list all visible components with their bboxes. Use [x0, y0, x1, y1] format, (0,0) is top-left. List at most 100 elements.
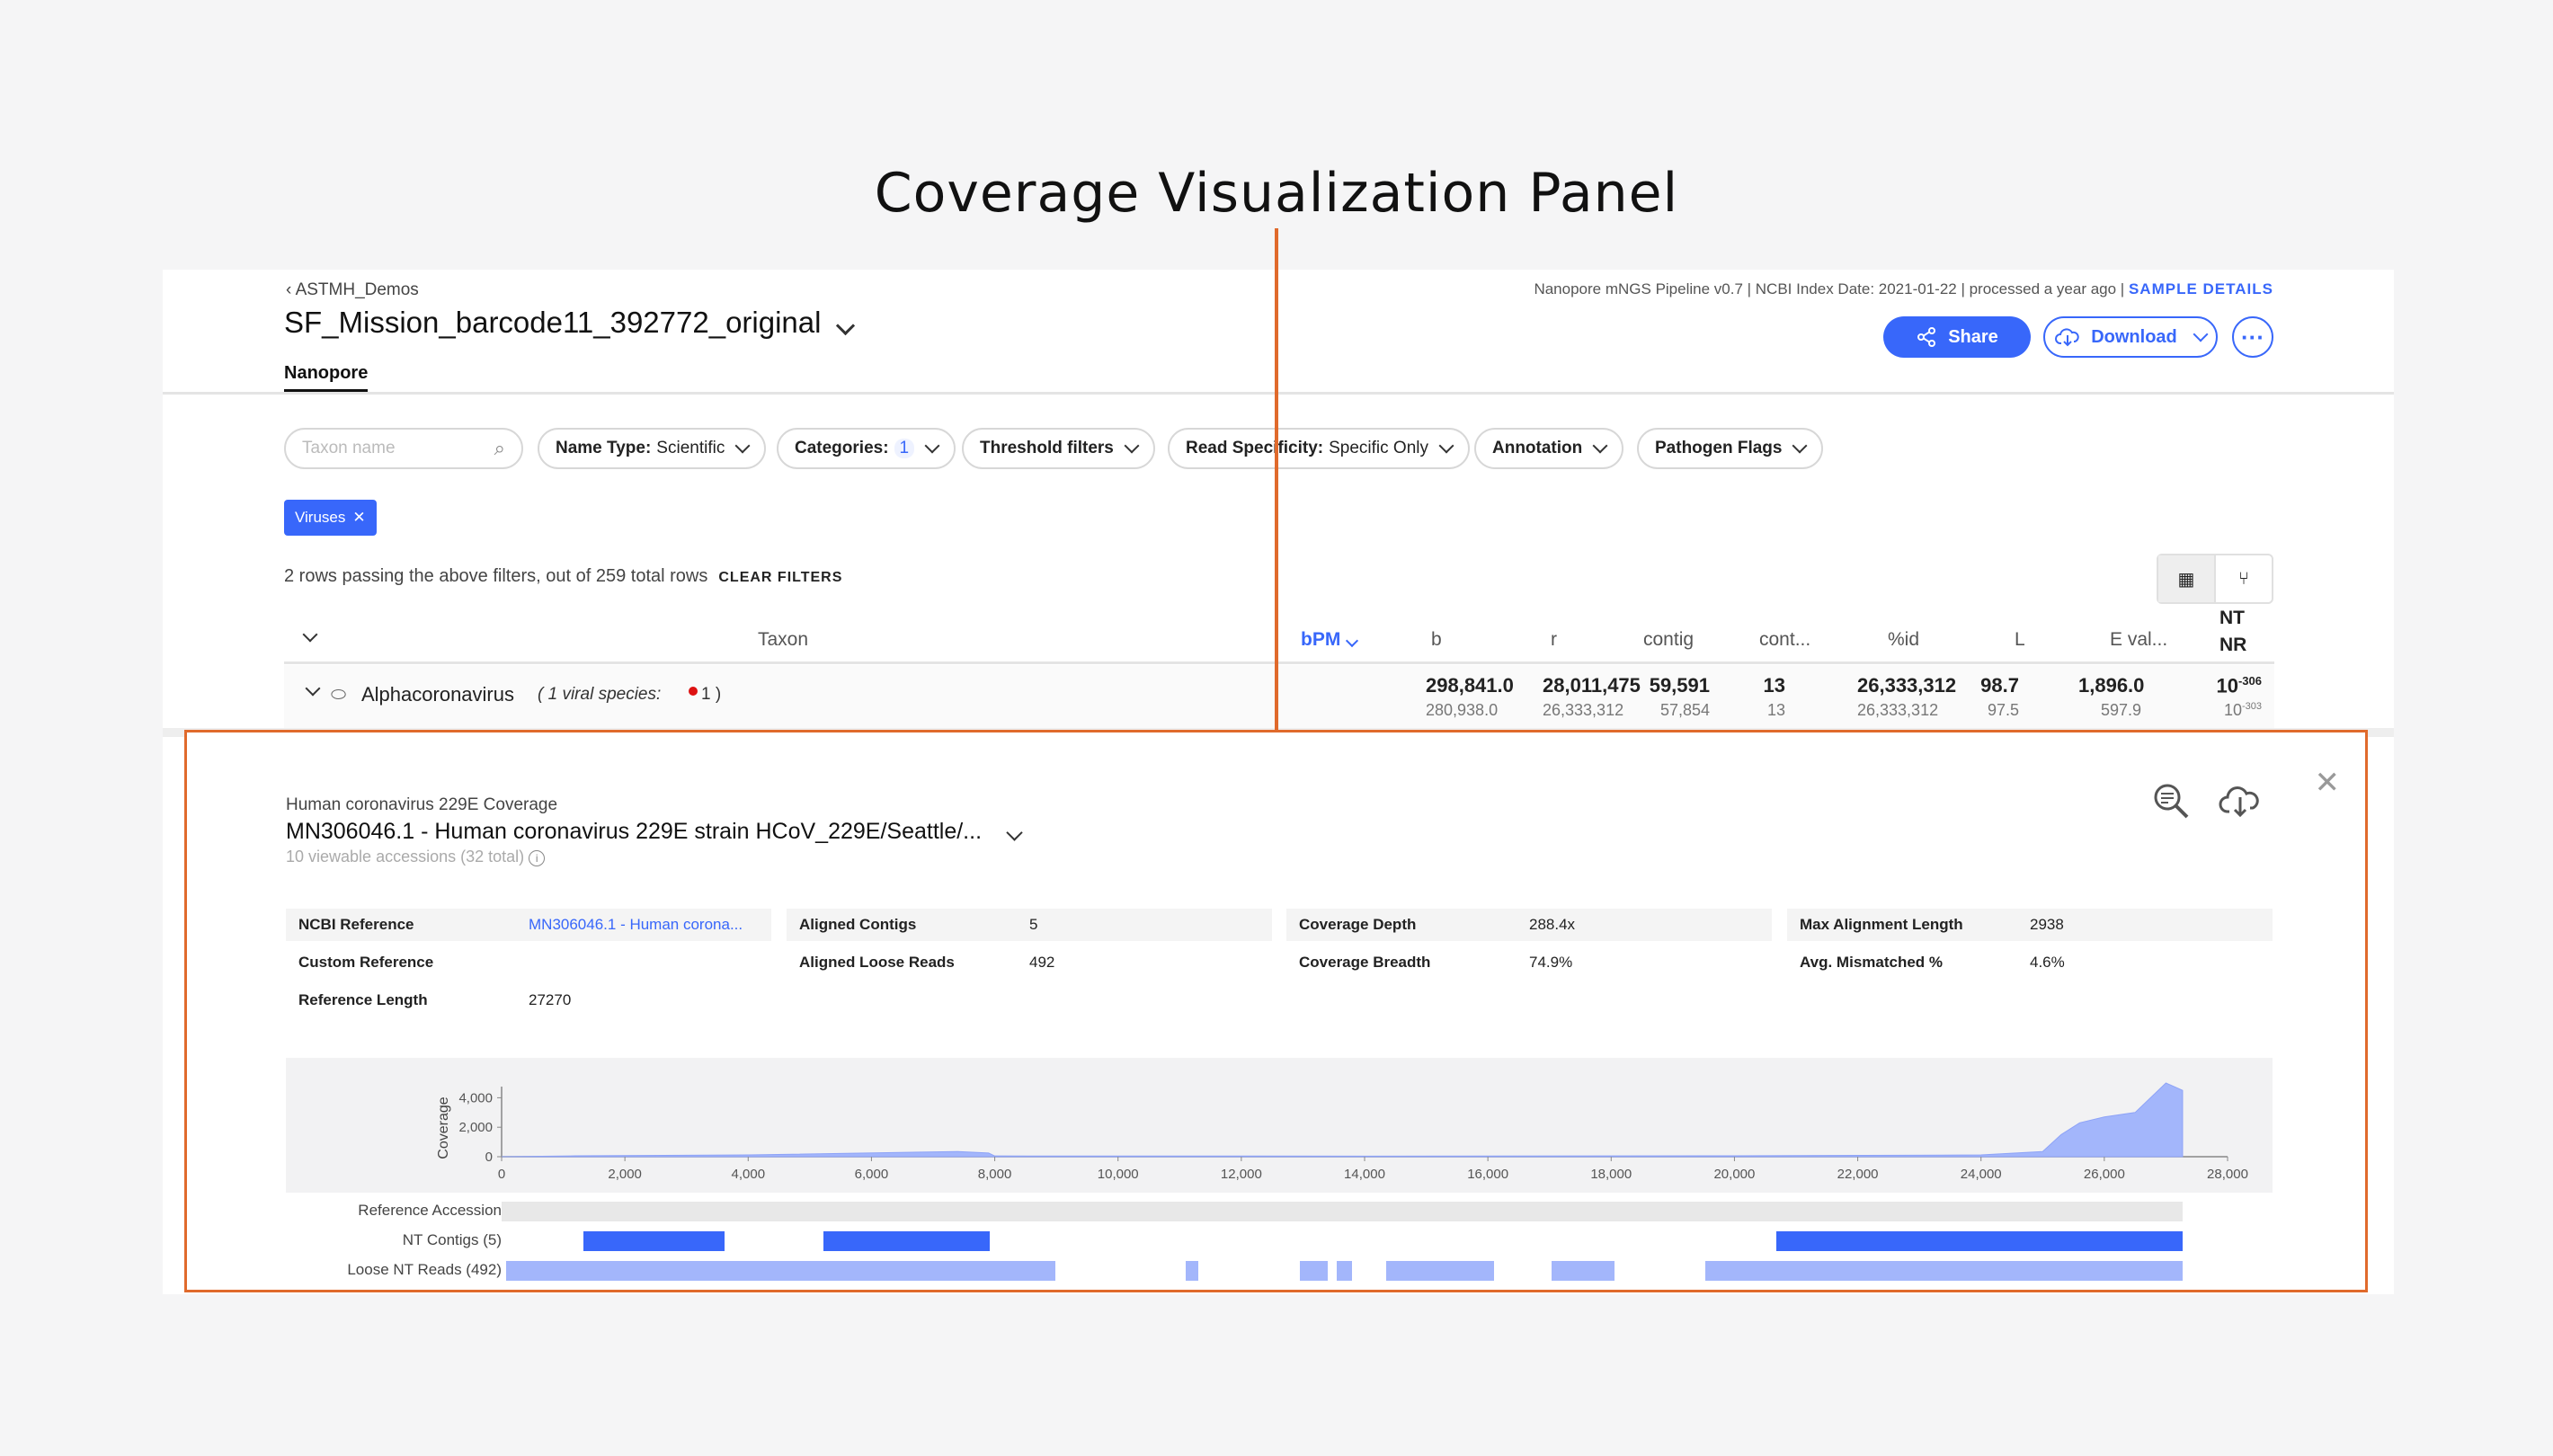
search-icon: ⌕: [494, 437, 505, 459]
loose-read-bar[interactable]: [1186, 1261, 1198, 1281]
col-bpm[interactable]: bPM: [1301, 629, 1359, 651]
metric-value: 5: [1029, 916, 1038, 933]
loose-read-bar[interactable]: [1300, 1261, 1328, 1281]
taxon-search-input[interactable]: Taxon name ⌕: [284, 428, 523, 469]
threshold-filter[interactable]: Threshold filters: [962, 428, 1155, 469]
metric-key: Coverage Depth: [1299, 916, 1417, 933]
metric-key: Avg. Mismatched %: [1800, 954, 1944, 971]
download-button[interactable]: Download: [2043, 316, 2218, 358]
species-note: ( 1 viral species:: [538, 685, 662, 704]
col-nr[interactable]: NR: [2219, 635, 2246, 656]
col-cont[interactable]: cont...: [1759, 629, 1810, 651]
metric-aligned-contigs: Aligned Contigs 5: [787, 909, 1272, 941]
metric-key: Reference Length: [298, 991, 428, 1008]
cell-bpm-nr: 280,938.0: [1426, 701, 1499, 719]
evalue-base-nr: 10: [2223, 701, 2242, 719]
metric-aligned-loose-reads: Aligned Loose Reads 492: [787, 946, 1272, 979]
metric-custom-reference: Custom Reference: [286, 946, 771, 979]
cell-pid-nr: 97.5: [1987, 701, 2019, 719]
reference-accession-bar[interactable]: [502, 1202, 2183, 1221]
categories-filter[interactable]: Categories: 1: [777, 428, 956, 469]
x-tick-label: 28,000: [2207, 1167, 2248, 1182]
nt-contig-bar[interactable]: [823, 1231, 991, 1251]
loose-read-bar[interactable]: [1551, 1261, 1615, 1281]
loose-read-bar[interactable]: [1337, 1261, 1353, 1281]
col-pid[interactable]: %id: [1888, 629, 1919, 651]
info-icon[interactable]: i: [529, 850, 546, 866]
close-icon[interactable]: ✕: [352, 509, 365, 527]
row-expand-chevron-icon[interactable]: [305, 680, 321, 697]
download-label: Download: [2091, 326, 2177, 347]
col-evalue[interactable]: E val...: [2110, 629, 2167, 651]
ncbi-reference-link[interactable]: MN306046.1 - Human corona...: [529, 916, 743, 934]
col-l[interactable]: L: [2015, 629, 2025, 651]
coverage-histogram[interactable]: 0 2,000 4,000 6,000 8,000 10,000 12,000 14,000 1…: [286, 1058, 2273, 1193]
back-chevron-icon: ‹: [286, 280, 296, 299]
share-button[interactable]: Share: [1883, 316, 2031, 358]
read-specificity-filter[interactable]: Read Specificity: Specific Only: [1168, 428, 1470, 469]
loose-read-bar[interactable]: [1704, 1261, 2183, 1281]
y-tick-label: 0: [485, 1150, 493, 1165]
x-tick-label: 20,000: [1713, 1167, 1755, 1182]
track-label-loose-reads: Loose NT Reads (492): [347, 1261, 502, 1278]
table-row[interactable]: ⬭ Alphacoronavirus ( 1 viral species: 1 …: [284, 665, 2274, 728]
cell-l-nr: 597.9: [2100, 701, 2141, 719]
view-toggle[interactable]: ▦ ⑂: [2157, 554, 2273, 604]
cell-b: 28,011,475: [1543, 674, 1641, 697]
more-options-button[interactable]: ···: [2232, 316, 2273, 358]
table-header-divider: [284, 661, 2274, 664]
metric-value: 2938: [2030, 916, 2064, 933]
pipeline-info: Nanopore mNGS Pipeline v0.7 | NCBI Index…: [1534, 280, 2273, 298]
name-type-filter[interactable]: Name Type: Scientific: [538, 428, 767, 469]
x-tick-label: 0: [498, 1167, 505, 1182]
share-label: Share: [1948, 326, 1998, 347]
x-tick-label: 22,000: [1837, 1167, 1879, 1182]
metric-key: Max Alignment Length: [1800, 916, 1963, 933]
read-specificity-label: Read Specificity:: [1186, 439, 1324, 457]
taxon-name[interactable]: Alphacoronavirus: [361, 683, 514, 706]
close-icon[interactable]: ✕: [2315, 765, 2341, 801]
chevron-down-icon: [734, 438, 751, 454]
accession-selector[interactable]: MN306046.1 - Human coronavirus 229E stra…: [286, 819, 1023, 845]
sample-details-link[interactable]: SAMPLE DETAILS: [2129, 280, 2273, 297]
filter-chip-viruses[interactable]: Viruses ✕: [284, 500, 377, 536]
clear-filters-button[interactable]: CLEAR FILTERS: [718, 570, 842, 585]
tab-nanopore[interactable]: Nanopore: [284, 363, 369, 392]
sample-selector[interactable]: SF_Mission_barcode11_392772_original: [284, 306, 856, 340]
col-b[interactable]: b: [1431, 629, 1442, 651]
coverage-viz-panel: Human coronavirus 229E Coverage MN306046…: [184, 730, 2368, 1292]
breadcrumb[interactable]: ‹ ASTMH_Demos: [286, 280, 419, 300]
loose-read-bar[interactable]: [506, 1261, 1055, 1281]
sample-name: SF_Mission_barcode11_392772_original: [284, 306, 822, 339]
genus-tag-icon: ⬭: [331, 685, 347, 705]
zoom-search-icon[interactable]: [2151, 781, 2191, 821]
col-contig[interactable]: contig: [1643, 629, 1694, 651]
tree-view-icon[interactable]: ⑂: [2216, 555, 2272, 602]
cloud-download-icon[interactable]: [2219, 783, 2262, 819]
annotation-filter[interactable]: Annotation: [1474, 428, 1624, 469]
table-view-icon[interactable]: ▦: [2158, 555, 2216, 602]
evalue-exp: -306: [2237, 674, 2262, 688]
rows-count-text: 2 rows passing the above filters, out of…: [284, 566, 708, 586]
expand-all-chevron-icon[interactable]: [302, 626, 318, 643]
nt-contig-bar[interactable]: [1776, 1231, 2183, 1251]
track-label-reference: Reference Accession: [358, 1202, 502, 1219]
x-tick-label: 8,000: [978, 1167, 1012, 1182]
nt-contig-bar[interactable]: [583, 1231, 725, 1251]
chevron-down-icon: [2193, 326, 2209, 342]
categories-count: 1: [894, 439, 915, 458]
metric-key: Aligned Contigs: [799, 916, 917, 933]
col-nt[interactable]: NT: [2219, 608, 2245, 629]
track-label-nt-contigs: NT Contigs (5): [402, 1231, 502, 1248]
metric-value: 288.4x: [1529, 916, 1576, 933]
chevron-down-icon: [1006, 824, 1023, 841]
metric-coverage-breadth: Coverage Breadth 74.9%: [1286, 946, 1772, 979]
metric-value: 74.9%: [1529, 954, 1573, 971]
chevron-down-icon: [1592, 438, 1608, 454]
ellipsis-icon: ···: [2241, 324, 2264, 351]
loose-read-bar[interactable]: [1386, 1261, 1494, 1281]
col-taxon[interactable]: Taxon: [758, 629, 808, 651]
pathogen-flags-filter[interactable]: Pathogen Flags: [1637, 428, 1824, 469]
col-r[interactable]: r: [1551, 629, 1557, 651]
metric-key: Custom Reference: [298, 954, 434, 971]
